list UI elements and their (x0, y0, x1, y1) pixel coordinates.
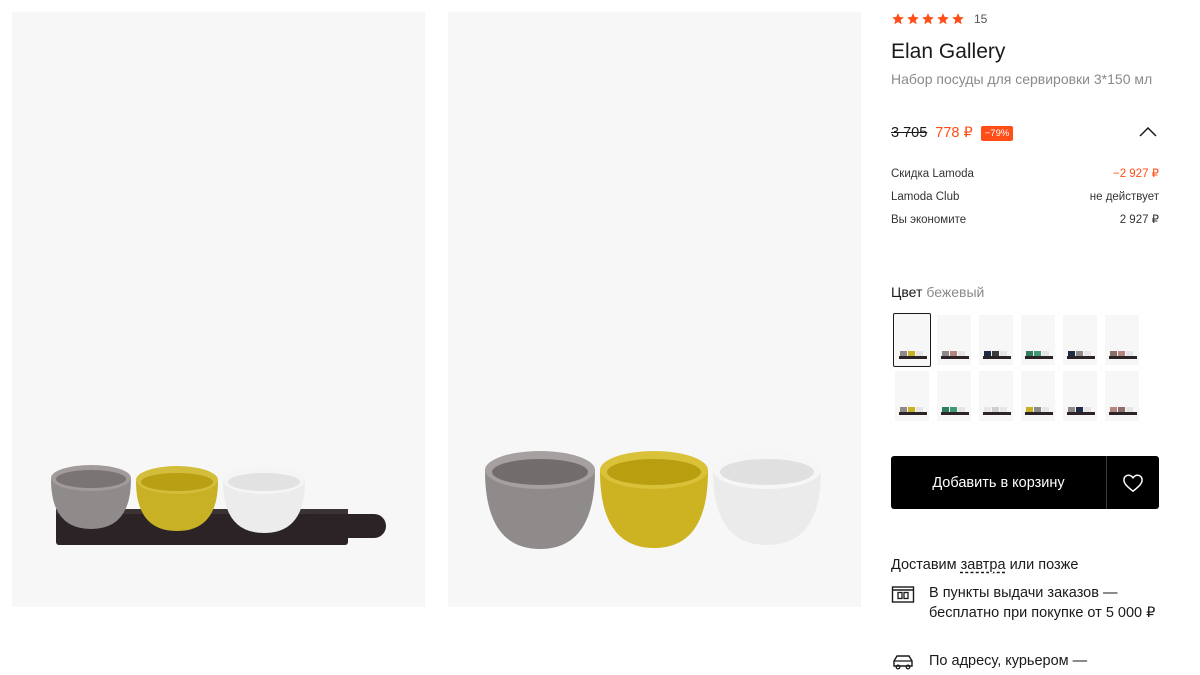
star-icon (937, 13, 949, 25)
rating-stars (891, 12, 965, 26)
swatch-thumbnail (941, 407, 969, 415)
delivery-date-link[interactable]: завтра (961, 557, 1006, 573)
bowls-on-board-image (51, 465, 386, 545)
swatch-thumbnail (899, 407, 927, 415)
price-breakdown: Скидка Lamoda −2 927 ₽ Lamoda Club не де… (891, 166, 1159, 235)
delivery-title-prefix: Доставим (891, 557, 957, 573)
color-swatch[interactable] (1021, 315, 1055, 365)
color-value: бежевый (926, 284, 985, 300)
breakdown-value: не действует (1089, 191, 1159, 203)
add-to-cart-group: Добавить в корзину (891, 456, 1159, 509)
star-icon (907, 13, 919, 25)
delivery-title-suffix: или позже (1009, 557, 1079, 573)
breakdown-row-savings: Вы экономите 2 927 ₽ (891, 212, 1159, 235)
new-price: 778 ₽ (935, 125, 973, 141)
heart-icon (1123, 474, 1143, 492)
delivery-title: Доставим завтра или позже (891, 557, 1078, 573)
swatch-thumbnail (899, 351, 927, 359)
color-swatch[interactable] (1063, 371, 1097, 421)
color-label-text: Цвет (891, 284, 923, 300)
color-swatch-selected[interactable] (893, 313, 931, 367)
star-icon (922, 13, 934, 25)
swatch-thumbnail (1067, 351, 1095, 359)
breakdown-value: 2 927 ₽ (1119, 214, 1159, 226)
delivery-option-pickup: В пункты выдачи заказов — бесплатно при … (891, 583, 1159, 623)
breakdown-label: Lamoda Club (891, 191, 960, 203)
color-swatch[interactable] (979, 371, 1013, 421)
swatch-thumbnail (941, 351, 969, 359)
add-to-cart-button[interactable]: Добавить в корзину (891, 456, 1106, 509)
delivery-courier-text: По адресу, курьером — (929, 653, 1088, 669)
color-swatch[interactable] (895, 371, 929, 421)
old-price: 3 705 (891, 125, 928, 141)
breakdown-label: Вы экономите (891, 214, 967, 226)
rating-count[interactable]: 15 (974, 12, 987, 26)
star-icon (952, 13, 964, 25)
color-swatch[interactable] (937, 315, 971, 365)
color-swatch[interactable] (1105, 315, 1139, 365)
product-photo-2[interactable] (448, 12, 861, 607)
color-label: Цвет бежевый (891, 284, 984, 300)
product-photo-1[interactable] (12, 12, 425, 607)
color-swatch[interactable] (1105, 371, 1139, 421)
pickup-point-icon (891, 586, 915, 603)
discount-badge: −79% (980, 125, 1014, 141)
swatch-thumbnail (1109, 351, 1137, 359)
favorite-button[interactable] (1106, 456, 1159, 509)
swatch-thumbnail (983, 351, 1011, 359)
breakdown-value: −2 927 ₽ (1112, 168, 1159, 180)
swatch-thumbnail (1109, 407, 1137, 415)
color-swatch[interactable] (937, 371, 971, 421)
breakdown-label: Скидка Lamoda (891, 168, 974, 180)
swatch-thumbnail (983, 407, 1011, 415)
courier-car-icon (893, 655, 913, 670)
chevron-up-icon[interactable] (1139, 126, 1157, 138)
color-swatch[interactable] (1021, 371, 1055, 421)
color-swatch[interactable] (979, 315, 1013, 365)
three-bowls-image (485, 451, 821, 549)
price-row[interactable]: 3 705 778 ₽ −79% (891, 123, 1159, 143)
star-icon (892, 13, 904, 25)
delivery-option-courier: По адресу, курьером — (891, 651, 1159, 672)
breakdown-row-club: Lamoda Club не действует (891, 189, 1159, 212)
product-name: Набор посуды для сервировки 3*150 мл (891, 71, 1153, 87)
rating[interactable]: 15 (891, 11, 987, 27)
swatch-thumbnail (1025, 407, 1053, 415)
swatch-thumbnail (1025, 351, 1053, 359)
delivery-pickup-text: В пункты выдачи заказов — бесплатно при … (929, 585, 1156, 621)
swatch-thumbnail (1067, 407, 1095, 415)
color-swatch[interactable] (1063, 315, 1097, 365)
breakdown-row-discount: Скидка Lamoda −2 927 ₽ (891, 166, 1159, 189)
brand-name[interactable]: Elan Gallery (891, 40, 1005, 64)
